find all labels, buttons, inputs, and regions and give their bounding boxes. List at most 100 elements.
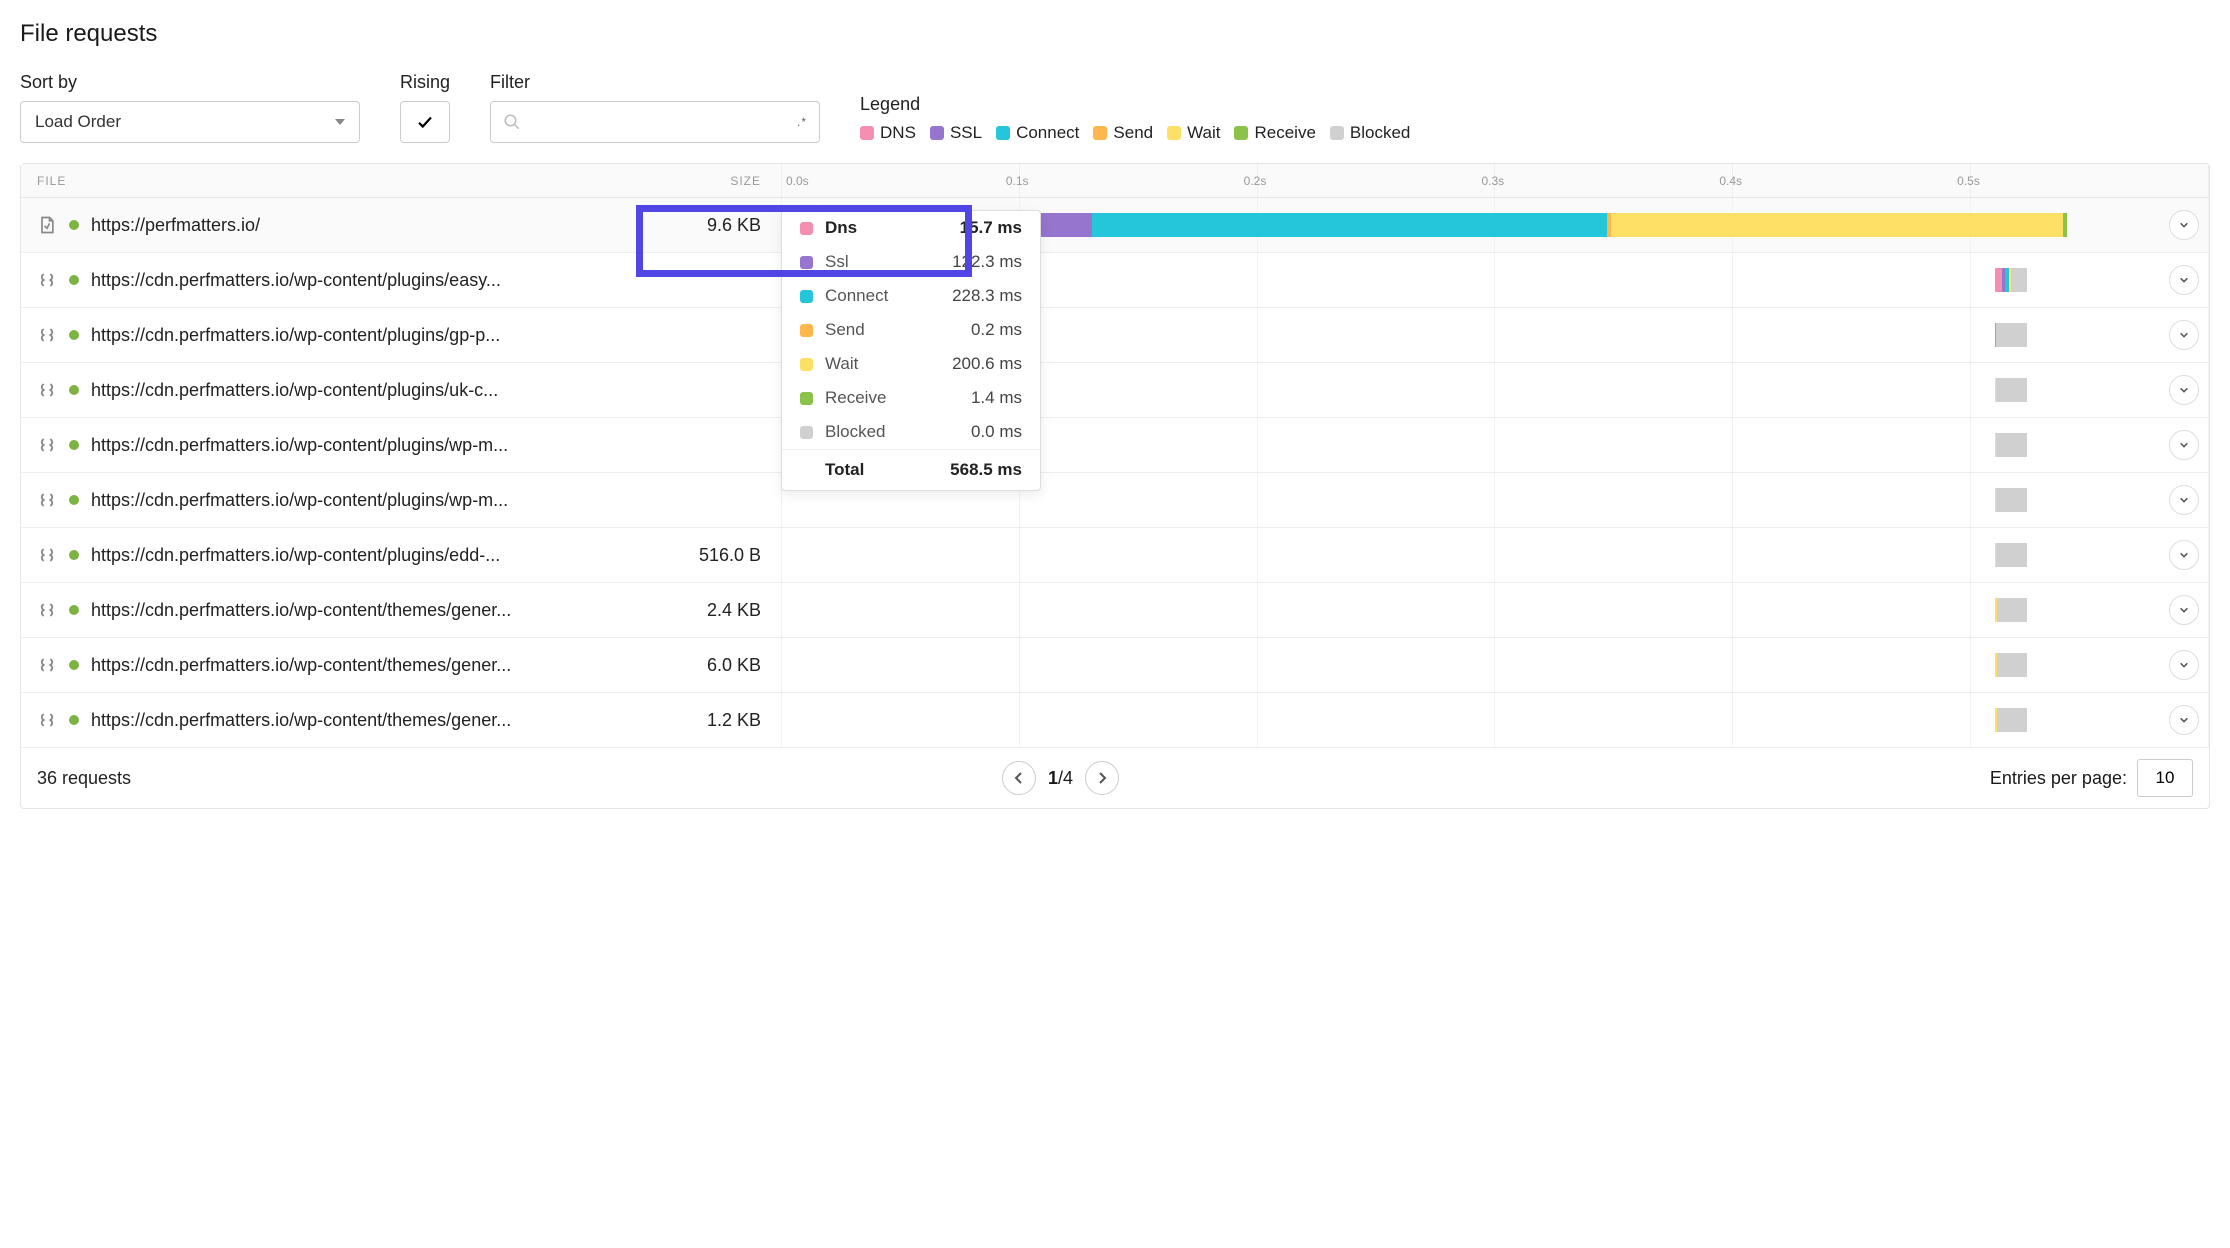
- segment-dns: [1995, 268, 2002, 292]
- rising-label: Rising: [400, 72, 450, 93]
- connect-swatch-icon: [800, 290, 813, 303]
- tooltip-row-ssl: Ssl122.3 ms: [782, 245, 1040, 279]
- timeline-cell: [781, 528, 2209, 582]
- file-url: https://cdn.perfmatters.io/wp-content/pl…: [91, 490, 508, 511]
- braces-icon: [37, 270, 57, 290]
- legend-item-dns: DNS: [860, 123, 916, 143]
- braces-icon: [37, 655, 57, 675]
- timeline-tick: 0.3s: [1495, 164, 1733, 197]
- status-dot-icon: [69, 385, 79, 395]
- table-row[interactable]: https://cdn.perfmatters.io/wp-content/pl…: [21, 528, 2209, 583]
- tooltip-row-send: Send0.2 ms: [782, 313, 1040, 347]
- table-footer: 36 requests 1/4 Entries per page:: [21, 748, 2209, 808]
- status-dot-icon: [69, 660, 79, 670]
- segment-connect: [1092, 213, 1607, 237]
- segment-blocked: [1996, 543, 2027, 567]
- braces-icon: [37, 545, 57, 565]
- filter-input[interactable]: [531, 113, 787, 131]
- expand-row-button[interactable]: [2169, 265, 2199, 295]
- next-page-button[interactable]: [1085, 761, 1119, 795]
- segment-blocked: [1997, 708, 2027, 732]
- send-swatch-icon: [1093, 126, 1107, 140]
- legend-item-wait: Wait: [1167, 123, 1220, 143]
- sort-label: Sort by: [20, 72, 360, 93]
- chevron-down-icon: [2179, 550, 2189, 560]
- table-row[interactable]: https://cdn.perfmatters.io/wp-content/th…: [21, 638, 2209, 693]
- table-row[interactable]: https://cdn.perfmatters.io/wp-content/pl…: [21, 473, 2209, 528]
- file-url: https://cdn.perfmatters.io/wp-content/pl…: [91, 380, 498, 401]
- expand-row-button[interactable]: [2169, 210, 2199, 240]
- chevron-down-icon: [2179, 220, 2189, 230]
- expand-row-button[interactable]: [2169, 540, 2199, 570]
- table-row[interactable]: https://cdn.perfmatters.io/wp-content/pl…: [21, 418, 2209, 473]
- receive-swatch-icon: [1234, 126, 1248, 140]
- dns-swatch-icon: [800, 222, 813, 235]
- table-row[interactable]: https://cdn.perfmatters.io/wp-content/pl…: [21, 253, 2209, 308]
- sort-select[interactable]: Load Order: [20, 101, 360, 143]
- search-icon: [503, 113, 521, 131]
- file-url: https://cdn.perfmatters.io/wp-content/th…: [91, 655, 511, 676]
- table-row[interactable]: https://cdn.perfmatters.io/wp-content/th…: [21, 693, 2209, 748]
- expand-row-button[interactable]: [2169, 320, 2199, 350]
- send-swatch-icon: [800, 324, 813, 337]
- receive-swatch-icon: [800, 392, 813, 405]
- table-row[interactable]: https://cdn.perfmatters.io/wp-content/th…: [21, 583, 2209, 638]
- sort-value: Load Order: [35, 112, 121, 132]
- file-url: https://cdn.perfmatters.io/wp-content/pl…: [91, 545, 500, 566]
- col-timeline-header: 0.0s0.1s0.2s0.3s0.4s0.5s: [781, 164, 2209, 197]
- tooltip-row-blocked: Blocked0.0 ms: [782, 415, 1040, 449]
- braces-icon: [37, 380, 57, 400]
- segment-blocked: [1997, 598, 2027, 622]
- table-row[interactable]: https://perfmatters.io/9.6 KB: [21, 198, 2209, 253]
- chevron-down-icon: [2179, 440, 2189, 450]
- tooltip-row-connect: Connect228.3 ms: [782, 279, 1040, 313]
- file-url: https://cdn.perfmatters.io/wp-content/pl…: [91, 325, 500, 346]
- file-url: https://cdn.perfmatters.io/wp-content/pl…: [91, 435, 508, 456]
- status-dot-icon: [69, 330, 79, 340]
- request-count: 36 requests: [37, 768, 131, 789]
- timeline-cell: [781, 693, 2209, 747]
- chevron-down-icon: [2179, 275, 2189, 285]
- status-dot-icon: [69, 440, 79, 450]
- blocked-swatch-icon: [1330, 126, 1344, 140]
- expand-row-button[interactable]: [2169, 485, 2199, 515]
- chevron-right-icon: [1097, 772, 1107, 784]
- segment-receive: [2063, 213, 2067, 237]
- legend-item-receive: Receive: [1234, 123, 1315, 143]
- file-size: 516.0 B: [551, 545, 781, 566]
- table-row[interactable]: https://cdn.perfmatters.io/wp-content/pl…: [21, 308, 2209, 363]
- rising-toggle[interactable]: [400, 101, 450, 143]
- braces-icon: [37, 710, 57, 730]
- table-header: FILE SIZE 0.0s0.1s0.2s0.3s0.4s0.5s: [21, 164, 2209, 198]
- file-size: 9.6 KB: [551, 215, 781, 236]
- timeline-tick: 0.0s: [782, 164, 1020, 197]
- expand-row-button[interactable]: [2169, 705, 2199, 735]
- segment-blocked: [1996, 378, 2027, 402]
- segment-blocked: [1996, 323, 2027, 347]
- filter-box[interactable]: .*: [490, 101, 820, 143]
- col-size-header: SIZE: [551, 174, 781, 188]
- file-url: https://cdn.perfmatters.io/wp-content/th…: [91, 600, 511, 621]
- segment-wait: [1611, 213, 2063, 237]
- expand-row-button[interactable]: [2169, 650, 2199, 680]
- braces-icon: [37, 490, 57, 510]
- segment-blocked: [1996, 433, 2027, 457]
- requests-table: FILE SIZE 0.0s0.1s0.2s0.3s0.4s0.5s https…: [20, 163, 2210, 809]
- expand-row-button[interactable]: [2169, 595, 2199, 625]
- entries-input[interactable]: [2137, 759, 2193, 797]
- table-row[interactable]: https://cdn.perfmatters.io/wp-content/pl…: [21, 363, 2209, 418]
- expand-row-button[interactable]: [2169, 430, 2199, 460]
- wait-swatch-icon: [800, 358, 813, 371]
- legend-item-connect: Connect: [996, 123, 1079, 143]
- expand-row-button[interactable]: [2169, 375, 2199, 405]
- status-dot-icon: [69, 495, 79, 505]
- entries-label: Entries per page:: [1990, 768, 2127, 789]
- status-dot-icon: [69, 550, 79, 560]
- chevron-down-icon: [2179, 605, 2189, 615]
- timeline-tick: 0.2s: [1258, 164, 1496, 197]
- prev-page-button[interactable]: [1002, 761, 1036, 795]
- status-dot-icon: [69, 605, 79, 615]
- dns-swatch-icon: [860, 126, 874, 140]
- timing-tooltip: Dns15.7 msSsl122.3 msConnect228.3 msSend…: [781, 210, 1041, 491]
- pagination: 1/4: [1002, 761, 1119, 795]
